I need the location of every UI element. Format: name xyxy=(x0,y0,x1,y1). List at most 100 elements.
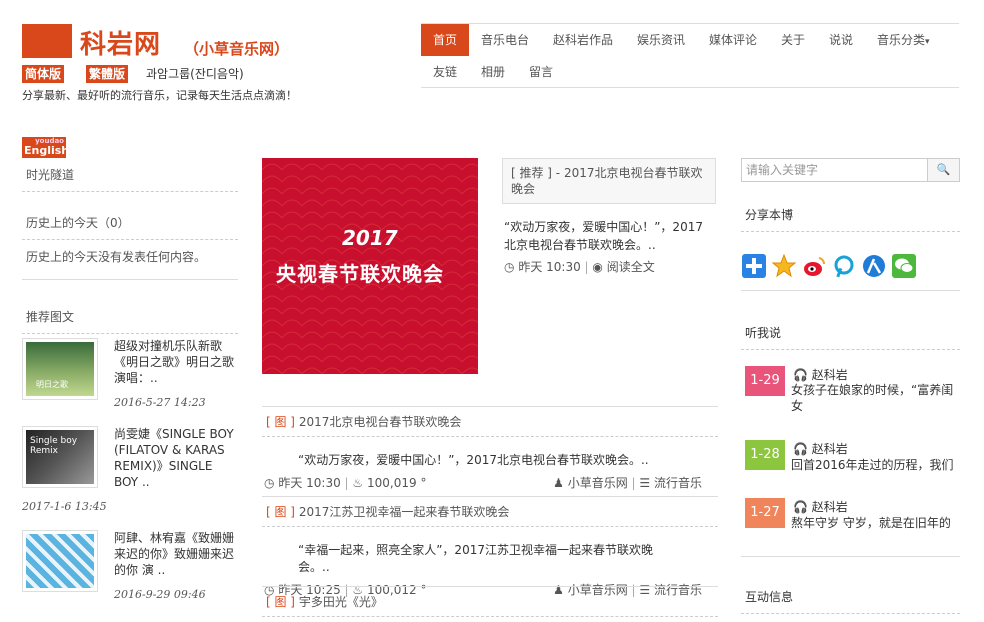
post-title[interactable]: [ 图 ] 宇多田光《光》 xyxy=(262,586,718,617)
post-excerpt: “幸福一起来，照亮全家人”，2017江苏卫视幸福一起来春节联欢晚会。.. xyxy=(298,543,653,574)
wechat-icon[interactable] xyxy=(892,254,916,278)
renren-icon[interactable] xyxy=(862,254,886,278)
post-title-text[interactable]: 2017江苏卫视幸福一起来春节联欢晚会 xyxy=(299,505,510,519)
weibo-icon[interactable] xyxy=(802,254,826,278)
post-item: [ 图 ] 2017北京电视台春节联欢晚会 “欢动万家夜，爱暖中国心！”，201… xyxy=(262,406,718,490)
interact-title: 互动信息 xyxy=(741,580,960,614)
thumb-caption: 明日之歌 xyxy=(36,380,68,389)
traditional-button[interactable]: 繁體版 xyxy=(86,65,129,83)
search-button[interactable]: 🔍 xyxy=(927,159,959,181)
thumb-caption: Single boy Remix xyxy=(30,436,78,456)
message-author: 🎧 赵科岩 xyxy=(793,440,848,457)
thumbnail[interactable]: Single boy Remix xyxy=(22,426,98,488)
post-tag: [ 图 ] xyxy=(266,595,295,609)
nav-item-talk[interactable]: 说说 xyxy=(817,24,865,56)
post-title-text[interactable]: 2017北京电视台春节联欢晚会 xyxy=(299,415,462,429)
nav-category-label: 音乐分类 xyxy=(877,33,926,47)
rec-item-date: 2016-9-29 09:46 xyxy=(114,588,206,601)
featured-excerpt: “欢动万家夜，爱暖中国心！”，2017北京电视台春节联欢晚会。.. xyxy=(504,220,703,252)
message-author-name: 赵科岩 xyxy=(811,442,848,456)
featured-meta: ◷ 昨天 10:30 | ◉ 阅读全文 xyxy=(504,260,655,274)
rec-item-date: 2016-5-27 14:23 xyxy=(114,396,206,409)
post-item: [ 图 ] 2017江苏卫视幸福一起来春节联欢晚会 “幸福一起来，照亮全家人”，… xyxy=(262,496,718,597)
chevron-down-icon: ▾ xyxy=(925,37,930,47)
youdao-english-button[interactable]: youdao English xyxy=(22,137,70,158)
headphones-icon: 🎧 xyxy=(793,368,808,382)
message-text[interactable]: 女孩子在娘家的时候，“富养闺女 xyxy=(791,382,963,414)
post-time: 昨天 10:30 xyxy=(278,476,341,490)
fire-icon: ♨ xyxy=(352,476,364,490)
message-text[interactable]: 回首2016年走过的历程，我们 xyxy=(791,456,961,473)
user-icon: ♟ xyxy=(553,476,564,490)
listen-title: 听我说 xyxy=(741,316,960,350)
eye-icon: ◉ xyxy=(592,260,603,274)
read-more-link[interactable]: 阅读全文 xyxy=(607,260,655,274)
featured-image-text: 央视春节联欢晚会 xyxy=(276,262,444,286)
message-item[interactable]: 1-29 🎧 赵科岩 女孩子在娘家的时候，“富养闺女 xyxy=(745,366,959,413)
left-sidebar: 时光隧道 历史上的今天（0） 历史上的今天没有发表任何内容。 推荐图文 xyxy=(22,158,238,334)
search-input[interactable] xyxy=(742,159,928,181)
headphones-icon: 🎧 xyxy=(793,500,808,514)
message-date: 1-27 xyxy=(745,498,785,528)
thumbnail[interactable]: 明日之歌 xyxy=(22,338,98,400)
post-item: [ 图 ] 宇多田光《光》 xyxy=(262,586,718,617)
post-excerpt: “欢动万家夜，爱暖中国心！”，2017北京电视台春节联欢晚会。.. xyxy=(298,453,649,467)
nav-item-category[interactable]: 音乐分类▾ xyxy=(865,24,942,56)
main-nav: 首页 音乐电台 赵科岩作品 娱乐资讯 媒体评论 关于 说说 音乐分类▾ 友链 相… xyxy=(421,23,959,88)
search-icon: 🔍 xyxy=(936,163,951,176)
thumbnail[interactable] xyxy=(22,530,98,592)
post-tag: [ 图 ] xyxy=(266,415,295,429)
headphones-icon: 🎧 xyxy=(793,442,808,456)
site-subtitle: （小草音乐网） xyxy=(184,40,290,58)
english-label: English xyxy=(24,144,70,157)
site-title[interactable]: 科岩网 xyxy=(80,24,161,61)
post-title[interactable]: [ 图 ] 2017北京电视台春节联欢晚会 xyxy=(262,406,718,437)
rec-item-date: 2017-1-6 13:45 xyxy=(22,500,107,513)
message-date: 1-28 xyxy=(745,440,785,470)
nav-item-news[interactable]: 娱乐资讯 xyxy=(625,24,697,56)
nav-item-radio[interactable]: 音乐电台 xyxy=(469,24,541,56)
recommend-title: 推荐图文 xyxy=(22,300,238,334)
nav-item-media[interactable]: 媒体评论 xyxy=(697,24,769,56)
message-text[interactable]: 熬年守岁 守岁，就是在旧年的 xyxy=(791,514,961,531)
simplified-button[interactable]: 简体版 xyxy=(22,65,65,83)
message-author-name: 赵科岩 xyxy=(811,500,848,514)
site-tagline: 分享最新、最好听的流行音乐，记录每天生活点点滴滴！ xyxy=(22,89,297,102)
tencent-weibo-icon[interactable] xyxy=(832,254,856,278)
plus-share-icon[interactable] xyxy=(742,254,766,278)
time-tunnel-title: 时光隧道 xyxy=(22,158,238,192)
divider xyxy=(741,290,960,291)
featured-caption: [ 推荐 ] - 2017北京电视台春节联欢晚会 “欢动万家夜，爱暖中国心！”，… xyxy=(502,158,716,279)
nav-item-album[interactable]: 相册 xyxy=(469,56,517,88)
clock-icon: ◷ xyxy=(504,260,515,274)
message-author-name: 赵科岩 xyxy=(811,368,848,382)
message-item[interactable]: 1-27 🎧 赵科岩 熬年守岁 守岁，就是在旧年的 xyxy=(745,498,959,538)
nav-item-about[interactable]: 关于 xyxy=(769,24,817,56)
featured-image[interactable]: 2017 央视春节联欢晚会 xyxy=(262,158,478,374)
history-title: 历史上的今天（0） xyxy=(22,206,238,240)
message-date: 1-29 xyxy=(745,366,785,396)
nav-item-home[interactable]: 首页 xyxy=(421,24,470,56)
share-title: 分享本博 xyxy=(741,198,960,232)
rec-item-text[interactable]: 超级对撞机乐队新歌《明日之歌》明日之歌 演唱：.. xyxy=(114,338,238,386)
rec-item-text[interactable]: 尚雯婕《SINGLE BOY (FILATOV & KARAS REMIX)》S… xyxy=(114,426,238,490)
nav-item-links[interactable]: 友链 xyxy=(421,56,469,88)
post-category[interactable]: 流行音乐 xyxy=(654,476,702,490)
list-icon: ☰ xyxy=(639,476,651,490)
post-meta: ◷ 昨天 10:30 | ♨ 100,019 ° ♟ 小草音乐网 | ☰ 流行音… xyxy=(264,476,702,490)
post-author[interactable]: 小草音乐网 xyxy=(568,476,628,490)
qzone-icon[interactable] xyxy=(771,253,797,278)
post-title[interactable]: [ 图 ] 2017江苏卫视幸福一起来春节联欢晚会 xyxy=(262,496,718,527)
post-views: 100,019 ° xyxy=(367,476,427,490)
message-item[interactable]: 1-28 🎧 赵科岩 回首2016年走过的历程，我们 xyxy=(745,440,959,480)
featured-time: 昨天 10:30 xyxy=(518,260,581,274)
korean-link[interactable]: 과암그룹(잔디음악) xyxy=(146,65,244,82)
nav-item-guestbook[interactable]: 留言 xyxy=(517,56,565,88)
featured-title[interactable]: [ 推荐 ] - 2017北京电视台春节联欢晚会 xyxy=(502,158,716,204)
nav-item-works[interactable]: 赵科岩作品 xyxy=(541,24,625,56)
post-title-text[interactable]: 宇多田光《光》 xyxy=(299,595,383,609)
site-logo[interactable] xyxy=(22,24,72,58)
search-box: 🔍 xyxy=(741,158,960,182)
rec-item-text[interactable]: 阿肆、林宥嘉《致姗姗来迟的你》致姗姗来迟的你 演 .. xyxy=(114,530,238,578)
history-text: 历史上的今天没有发表任何内容。 xyxy=(22,240,238,280)
